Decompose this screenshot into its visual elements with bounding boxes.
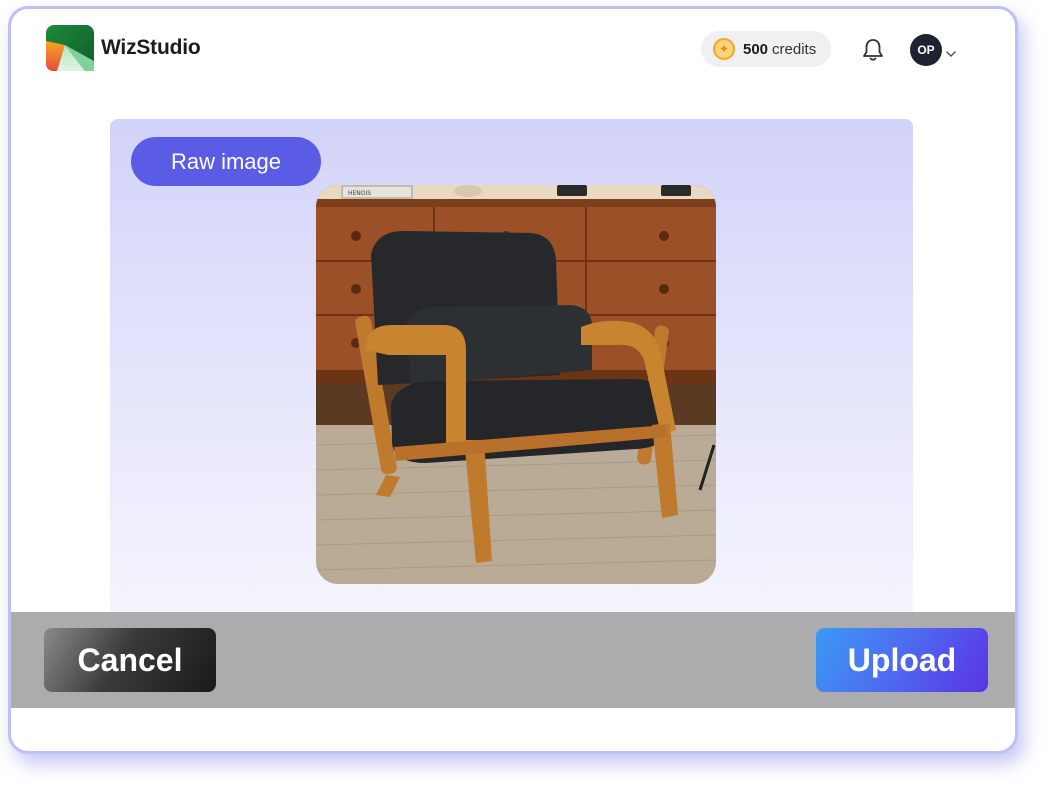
credits-badge[interactable]: ✦ 500 credits [701, 31, 832, 67]
credits-text: 500 credits [743, 41, 816, 58]
credits-amount: 500 [743, 40, 769, 58]
wizstudio-logo-icon [45, 23, 95, 73]
book-spine-text: HENOIS [348, 190, 371, 197]
logo-text: WizStudio [101, 36, 201, 59]
chevron-down-icon[interactable] [946, 45, 956, 63]
logo[interactable]: WizStudio [45, 23, 201, 73]
app-window: WizStudio ✦ 500 credits OP Raw image HEN… [8, 6, 1018, 754]
avatar[interactable]: OP [910, 34, 942, 66]
bell-icon[interactable] [862, 38, 884, 67]
coin-icon: ✦ [713, 38, 735, 60]
image-preview-panel: Raw image HENOIS [110, 119, 913, 639]
action-bar: Cancel Upload [11, 612, 1015, 708]
cancel-button[interactable]: Cancel [44, 628, 216, 692]
credits-label: credits [772, 40, 817, 58]
raw-image-photo: HENOIS [316, 185, 716, 584]
upload-button[interactable]: Upload [816, 628, 988, 692]
raw-image-chip: Raw image [131, 137, 321, 186]
